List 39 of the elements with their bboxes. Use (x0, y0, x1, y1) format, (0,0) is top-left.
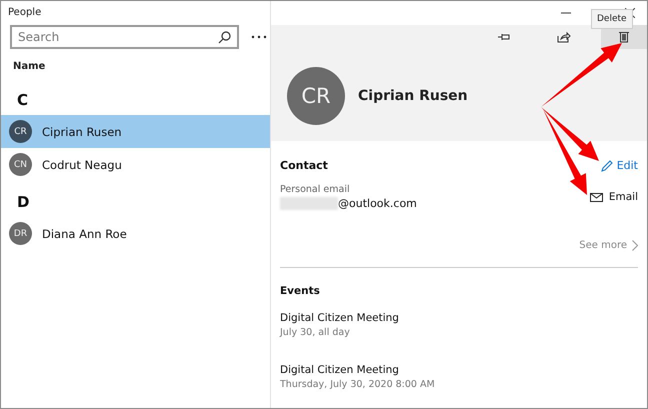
chevron-right-icon (632, 240, 638, 251)
event-time: July 30, all day (280, 327, 351, 338)
contact-name: Codrut Neagu (42, 158, 122, 172)
contact-item[interactable]: CN Codrut Neagu (1, 148, 270, 181)
window-title: People (7, 6, 42, 20)
pencil-icon (600, 160, 613, 172)
field-label: Personal email (280, 184, 351, 195)
contact-name: Diana Ann Roe (42, 226, 127, 240)
trash-icon (619, 31, 629, 43)
group-letter: D (16, 192, 30, 213)
email-button[interactable]: Email (590, 191, 638, 203)
envelope-icon (590, 192, 603, 202)
column-header: Name (12, 60, 46, 74)
section-title: Contact (280, 159, 328, 172)
share-icon (557, 31, 571, 43)
edit-link[interactable]: Edit (600, 159, 638, 172)
more-icon[interactable] (251, 35, 267, 39)
group-letter: C (16, 90, 30, 111)
contact-name: Ciprian Rusen (358, 88, 468, 104)
avatar: CR (287, 67, 345, 125)
event-title: Digital Citizen Meeting (280, 364, 400, 376)
redaction-block (280, 197, 338, 210)
search-field[interactable]: Search (10, 25, 239, 49)
see-more-button[interactable]: See more (579, 240, 638, 251)
section-title: Events (280, 285, 321, 297)
search-icon (218, 30, 231, 44)
tooltip: Delete (591, 9, 633, 29)
search-input[interactable]: Search (18, 30, 218, 44)
avatar: CN (9, 153, 32, 176)
event-time: Thursday, July 30, 2020 8:00 AM (280, 379, 436, 390)
email-address: @outlook.com (338, 197, 417, 210)
contact-name: Ciprian Rusen (42, 124, 122, 138)
avatar: CR (9, 120, 32, 143)
avatar: DR (9, 222, 32, 245)
contact-item[interactable]: CR Ciprian Rusen (1, 115, 270, 148)
contact-item[interactable]: DR Diana Ann Roe (1, 217, 270, 250)
pin-icon (497, 32, 511, 42)
minimize-icon[interactable] (561, 12, 571, 14)
event-title: Digital Citizen Meeting (280, 312, 400, 324)
